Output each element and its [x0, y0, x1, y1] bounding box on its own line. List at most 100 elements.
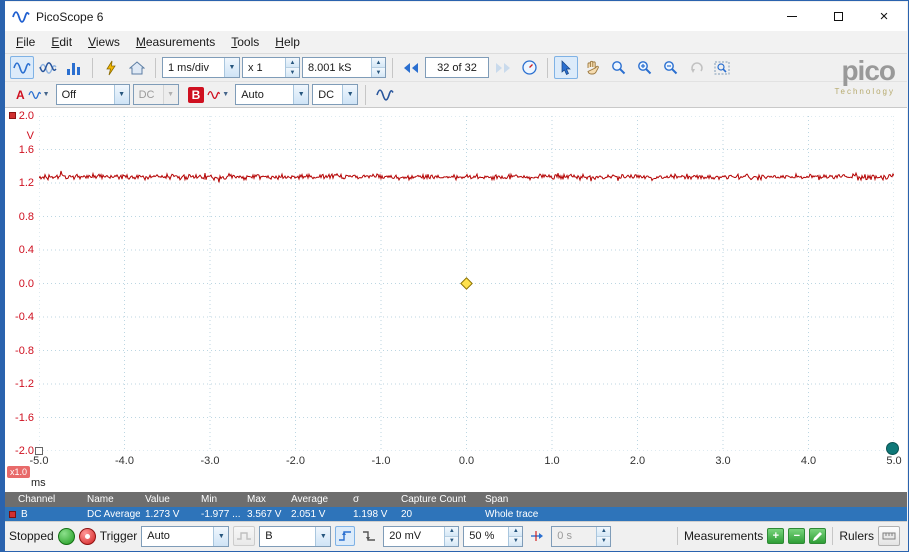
- scope-mode-icon: [13, 61, 31, 75]
- buffer-overview-button[interactable]: [517, 56, 541, 79]
- x-axis-end-marker[interactable]: [886, 442, 899, 455]
- timebase-select[interactable]: 1 ms/div ▼: [162, 57, 240, 78]
- trigger-source-value: B: [265, 530, 273, 542]
- table-cell-value: 1.273 V: [145, 509, 180, 520]
- spinner-arrows-icon[interactable]: ▲ ▼: [508, 526, 523, 546]
- toolbar-separator: [392, 57, 393, 78]
- maximize-button[interactable]: [815, 2, 861, 31]
- spinner-arrows-icon[interactable]: ▲ ▼: [444, 526, 459, 546]
- pan-tool-button[interactable]: [580, 56, 604, 79]
- channel-b-coupling-select[interactable]: DC ▼: [312, 84, 359, 105]
- measurement-row[interactable]: B DC Average 1.273 V -1.977 ... 3.567 V 2.051…: [2, 507, 907, 522]
- channel-a-coupling-select[interactable]: DC ▼: [132, 84, 179, 105]
- buffer-position-field[interactable]: 32 of 32: [425, 57, 489, 78]
- minimize-icon: [787, 16, 797, 17]
- advanced-trigger-button[interactable]: [233, 526, 256, 546]
- home-button[interactable]: [125, 56, 149, 79]
- table-cell-channel: B: [2, 509, 82, 520]
- channel-a-range-select[interactable]: Off ▼: [55, 84, 130, 105]
- x-axis-label: 0.0: [458, 455, 475, 467]
- math-channels-button[interactable]: [373, 83, 397, 106]
- chevron-down-icon: ▼: [42, 91, 50, 98]
- spectrum-mode-button[interactable]: [62, 56, 86, 79]
- table-header-cell[interactable]: Name: [82, 494, 140, 505]
- edit-measurement-button[interactable]: [809, 528, 827, 544]
- table-header-cell[interactable]: Average: [286, 494, 348, 505]
- channel-toolbar: A ▼ Off ▼ DC ▼ B ▼ Auto ▼ DC ▼: [2, 82, 907, 108]
- remove-icon: −: [793, 529, 801, 542]
- start-capture-button[interactable]: [57, 527, 75, 545]
- menu-item-tools[interactable]: Tools: [223, 32, 267, 52]
- rulers-button[interactable]: [878, 526, 900, 546]
- persistence-mode-button[interactable]: [36, 56, 60, 79]
- x-axis[interactable]: -5.0 -4.0 -3.0 -2.0 -1.0 0.0 1.0 2.0 3.0 4.0 5.0: [2, 108, 907, 492]
- pointer-tool-button[interactable]: [554, 56, 578, 79]
- zoom-overview-button[interactable]: [710, 56, 734, 79]
- table-cell-sigma: 1.198 V: [353, 509, 388, 520]
- x-axis-label: 4.0: [800, 455, 817, 467]
- capture-status: Stopped: [9, 529, 54, 543]
- next-buffer-button[interactable]: [491, 56, 515, 79]
- rising-edge-icon: [338, 530, 352, 542]
- zoom-in-button[interactable]: [632, 56, 656, 79]
- table-cell-span: Whole trace: [485, 509, 539, 520]
- buffer-position-value: 32 of 32: [437, 61, 477, 74]
- chevron-down-icon: ▼: [222, 91, 230, 98]
- zoom-factor-spinner[interactable]: x 1 ▲ ▼: [242, 57, 300, 78]
- trigger-mode-select[interactable]: Auto ▼: [141, 525, 230, 547]
- spinner-arrows-icon[interactable]: ▲ ▼: [285, 58, 299, 77]
- channel-b-range-select[interactable]: Auto ▼: [235, 84, 310, 105]
- pre-trigger-value: 50 %: [469, 530, 495, 542]
- menu-item-file[interactable]: File: [8, 32, 43, 52]
- minimize-button[interactable]: [769, 2, 815, 31]
- table-header-cell[interactable]: σ: [348, 494, 396, 505]
- delete-measurement-button[interactable]: −: [788, 528, 806, 544]
- rulers-icon: [882, 530, 896, 542]
- auto-setup-icon: [104, 60, 118, 76]
- table-header-cell[interactable]: Value: [140, 494, 196, 505]
- menu-item-help[interactable]: Help: [267, 32, 308, 52]
- chevron-down-icon: ▼: [113, 85, 129, 104]
- rising-edge-button[interactable]: [335, 526, 356, 546]
- trigger-level-spinner[interactable]: 20 mV ▲ ▼: [383, 525, 460, 547]
- statusbar-separator: [676, 527, 678, 545]
- scope-mode-button[interactable]: [10, 56, 34, 79]
- titlebar[interactable]: PicoScope 6 ×: [2, 2, 907, 31]
- pre-trigger-mode-button[interactable]: [527, 526, 547, 546]
- spinner-arrows-icon[interactable]: ▲ ▼: [371, 58, 385, 77]
- axis-corner-handle[interactable]: [35, 447, 43, 455]
- close-button[interactable]: ×: [861, 2, 907, 31]
- auto-setup-button[interactable]: [99, 56, 123, 79]
- table-header-cell[interactable]: Channel: [2, 494, 82, 505]
- add-measurement-button[interactable]: +: [767, 528, 785, 544]
- table-header-cell[interactable]: Capture Count: [396, 494, 480, 505]
- samples-spinner[interactable]: 8.001 kS ▲ ▼: [302, 57, 386, 78]
- trigger-delay-spinner[interactable]: 0 s ▲ ▼: [551, 525, 612, 547]
- chevron-down-icon: ▼: [315, 526, 331, 546]
- previous-buffer-button[interactable]: [399, 56, 423, 79]
- menu-item-views[interactable]: Views: [80, 32, 128, 52]
- trigger-source-select[interactable]: B ▼: [259, 525, 332, 547]
- zoom-out-button[interactable]: [658, 56, 682, 79]
- stop-capture-button[interactable]: [78, 527, 96, 545]
- falling-edge-button[interactable]: [359, 526, 379, 546]
- x-axis-label: 2.0: [629, 455, 646, 467]
- window-controls: ×: [769, 2, 907, 31]
- channel-b-menu-button[interactable]: B ▼: [182, 83, 233, 106]
- menu-item-measurements[interactable]: Measurements: [128, 32, 223, 52]
- table-cell-max: 3.567 V: [247, 509, 282, 520]
- channel-a-menu-button[interactable]: A ▼: [10, 83, 53, 106]
- marquee-zoom-button[interactable]: [606, 56, 630, 79]
- table-header-cell[interactable]: Max: [242, 494, 286, 505]
- pico-logo-text: pico: [841, 55, 896, 86]
- table-cell-capture_count: 20: [401, 509, 413, 520]
- pan-icon: [585, 60, 599, 75]
- undo-zoom-button[interactable]: [684, 56, 708, 79]
- channel-a-wave-icon: [28, 90, 41, 100]
- measurements-table: Channel Name Value Min Max Average σ Capture Co…: [2, 492, 907, 522]
- pre-trigger-spinner[interactable]: 50 % ▲ ▼: [463, 525, 524, 547]
- table-header-cell[interactable]: Span: [480, 494, 907, 505]
- menu-item-edit[interactable]: Edit: [43, 32, 80, 52]
- table-header-cell[interactable]: Min: [196, 494, 242, 505]
- pre-trigger-arrow-icon: [530, 530, 544, 542]
